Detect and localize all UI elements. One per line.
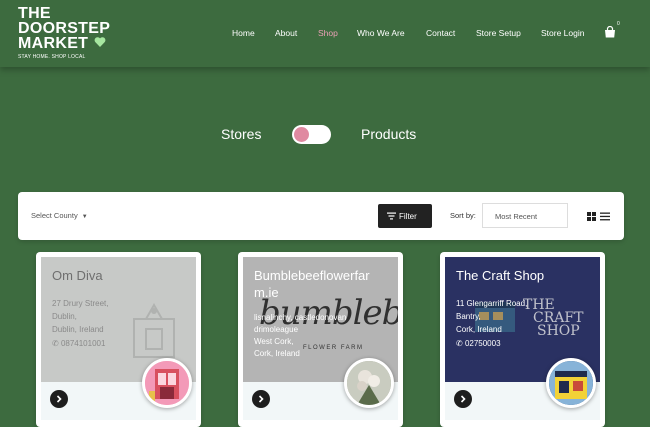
- store-address: lisnalinchy, castledonovan drimoleague W…: [254, 312, 346, 360]
- flower-bouquet-photo: [347, 361, 391, 405]
- nav-home[interactable]: Home: [232, 28, 255, 38]
- store-phone-number: 0874101001: [60, 339, 106, 348]
- address-line: 11 Glengarriff Road,: [456, 299, 528, 308]
- store-card[interactable]: THE CRAFT SHOP The Craft Shop 11 Glengar…: [440, 252, 605, 427]
- grid-view-icon[interactable]: [587, 212, 596, 221]
- list-view-icon[interactable]: [600, 212, 610, 221]
- cart-count: 0: [617, 21, 620, 27]
- store-name[interactable]: Bumblebeeflowerfar m.ie: [254, 267, 390, 301]
- logo-tagline: STAY HOME. SHOP LOCAL: [18, 54, 86, 60]
- toggle-label-stores[interactable]: Stores: [221, 126, 261, 142]
- store-card[interactable]: bumblebee FLOWER FARM Bumblebeeflowerfar…: [238, 252, 403, 427]
- filter-button[interactable]: Filter: [378, 204, 432, 228]
- store-phone: ✆ 02750003: [456, 339, 501, 348]
- chevron-right-icon: [56, 395, 62, 403]
- phone-icon: ✆: [52, 339, 59, 348]
- address-line: lisnalinchy, castledonovan: [254, 313, 347, 322]
- store-address: 27 Drury Street, Dublin, Dublin, Ireland: [52, 297, 108, 336]
- nav-store-setup[interactable]: Store Setup: [476, 28, 521, 38]
- county-select[interactable]: Select County ▼: [31, 211, 88, 220]
- filter-button-label: Filter: [399, 212, 417, 221]
- logo-line-2: DOORSTEP: [18, 20, 111, 37]
- chevron-right-icon: [258, 395, 264, 403]
- address-line: Dublin, Ireland: [52, 325, 104, 334]
- store-card[interactable]: Om Diva 27 Drury Street, Dublin, Dublin,…: [36, 252, 201, 427]
- address-line: Cork, Ireland: [254, 349, 300, 358]
- toggle-label-products[interactable]: Products: [361, 126, 416, 142]
- view-store-button[interactable]: [50, 390, 68, 408]
- address-line: Dublin,: [52, 312, 77, 321]
- store-phone-number: 02750003: [464, 339, 501, 348]
- storefront-photo: [145, 361, 189, 405]
- view-store-button[interactable]: [252, 390, 270, 408]
- view-store-button[interactable]: [454, 390, 472, 408]
- store-name[interactable]: The Craft Shop: [456, 267, 592, 284]
- logo-line-1: THE: [18, 5, 51, 22]
- filter-bar: Select County ▼ Filter Sort by: Most Rec…: [18, 192, 624, 240]
- nav-store-login[interactable]: Store Login: [541, 28, 584, 38]
- storefront-photo: [549, 361, 593, 405]
- switch-knob: [294, 127, 309, 142]
- banner-logo-line: SHOP: [537, 323, 580, 339]
- store-avatar: [142, 358, 192, 408]
- address-line: drimoleague: [254, 325, 299, 334]
- chevron-right-icon: [460, 395, 466, 403]
- store-avatar: [546, 358, 596, 408]
- store-banner-logo: THE CRAFT SHOP: [523, 298, 583, 339]
- heart-icon: [94, 37, 106, 47]
- address-line: Bantry,: [456, 312, 481, 321]
- store-phone: ✆ 0874101001: [52, 339, 105, 348]
- nav-shop[interactable]: Shop: [318, 28, 338, 38]
- address-line: Cork, Ireland: [456, 325, 502, 334]
- sort-select-value: Most Recent: [495, 212, 538, 221]
- store-name[interactable]: Om Diva: [52, 267, 188, 284]
- nav-contact[interactable]: Contact: [426, 28, 455, 38]
- address-line: West Cork,: [254, 337, 294, 346]
- stores-products-toggle-row: Stores Products: [0, 125, 650, 145]
- shopping-bag-icon[interactable]: [604, 26, 616, 38]
- sort-select[interactable]: Most Recent: [482, 203, 568, 228]
- site-header: THE DOORSTEP MARKET STAY HOME. SHOP LOCA…: [0, 0, 650, 67]
- filter-lines-icon: [387, 212, 396, 220]
- store-avatar: [344, 358, 394, 408]
- sort-label: Sort by:: [450, 211, 476, 220]
- stores-products-switch[interactable]: [292, 125, 331, 144]
- site-logo[interactable]: THE DOORSTEP MARKET STAY HOME. SHOP LOCA…: [18, 5, 111, 61]
- caret-down-icon: ▼: [81, 214, 88, 220]
- nav-about[interactable]: About: [275, 28, 297, 38]
- store-address: 11 Glengarriff Road, Bantry, Cork, Irela…: [456, 297, 527, 336]
- county-select-label: Select County: [31, 211, 78, 220]
- shop-window-illustration: [133, 302, 175, 358]
- nav-who-we-are[interactable]: Who We Are: [357, 28, 405, 38]
- address-line: 27 Drury Street,: [52, 299, 109, 308]
- phone-icon: ✆: [456, 339, 463, 348]
